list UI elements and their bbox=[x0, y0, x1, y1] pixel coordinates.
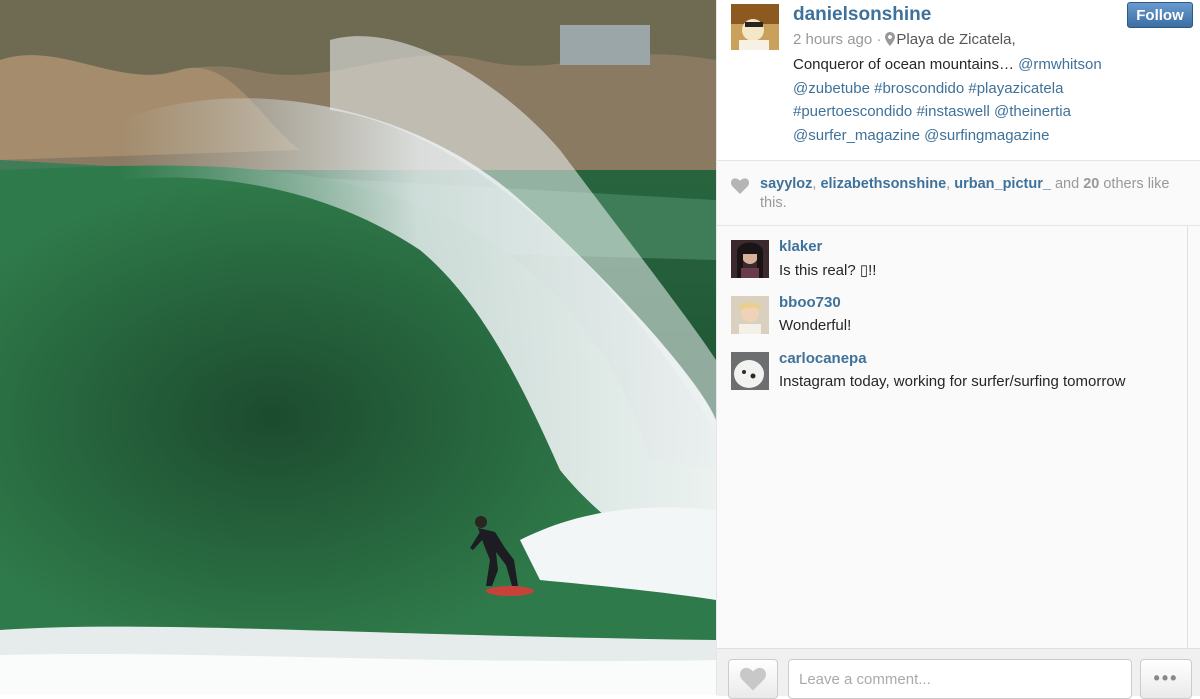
liker-username[interactable]: elizabethsonshine bbox=[820, 176, 946, 192]
post-header: danielsonshine Follow 2 hours ago · Playa… bbox=[717, 0, 1200, 161]
commenter-avatar[interactable] bbox=[731, 352, 769, 390]
comment-input[interactable] bbox=[788, 659, 1132, 699]
caption-mention[interactable]: @surfer_magazine bbox=[793, 127, 920, 144]
follow-button[interactable]: Follow bbox=[1127, 2, 1193, 28]
post-time: 2 hours ago bbox=[793, 31, 873, 48]
caption-hashtag[interactable]: #instaswell bbox=[916, 103, 989, 120]
surfing-wave-photo bbox=[0, 0, 716, 695]
caption-mention[interactable]: @theinertia bbox=[994, 103, 1071, 120]
comment-text: Wonderful! bbox=[779, 317, 852, 334]
heart-icon bbox=[740, 667, 766, 691]
caption-hashtag[interactable]: #broscondido bbox=[874, 80, 964, 97]
post-caption: Conqueror of ocean mountains… @rmwhitson… bbox=[793, 53, 1193, 147]
likes-text: sayyloz, elizabethsonshine, urban_pictur… bbox=[760, 176, 1170, 211]
likes-section: sayyloz, elizabethsonshine, urban_pictur… bbox=[717, 161, 1200, 226]
commenter-avatar[interactable] bbox=[731, 296, 769, 334]
like-button[interactable] bbox=[728, 659, 778, 699]
heart-icon bbox=[731, 178, 749, 194]
post-photo[interactable] bbox=[0, 0, 716, 695]
liker-username[interactable]: sayyloz bbox=[760, 176, 812, 192]
more-options-button[interactable]: ••• bbox=[1140, 659, 1192, 699]
owner-avatar[interactable] bbox=[731, 4, 779, 50]
location-pin-icon bbox=[885, 32, 896, 46]
caption-hashtag[interactable]: #puertoescondido bbox=[793, 103, 912, 120]
comment-text: Instagram today, working for surfer/surf… bbox=[779, 373, 1126, 390]
owner-username[interactable]: danielsonshine bbox=[793, 4, 931, 26]
post-location[interactable]: Playa de Zicatela, bbox=[896, 31, 1015, 48]
likes-others-count[interactable]: 20 bbox=[1083, 176, 1099, 192]
caption-mention[interactable]: @zubetube bbox=[793, 80, 870, 97]
liker-username[interactable]: urban_pictur_ bbox=[954, 176, 1051, 192]
comment-text: Is this real? ▯!! bbox=[779, 262, 877, 279]
caption-hashtag[interactable]: #playazicatela bbox=[968, 80, 1063, 97]
likes-and: and bbox=[1054, 176, 1080, 192]
comment-bar: ••• bbox=[717, 648, 1200, 699]
caption-mention[interactable]: @rmwhitson bbox=[1018, 56, 1102, 73]
meta-separator: · bbox=[876, 31, 882, 48]
caption-mention[interactable]: @surfingmagazine bbox=[924, 127, 1049, 144]
commenter-avatar[interactable] bbox=[731, 240, 769, 278]
post-meta: 2 hours ago · Playa de Zicatela, bbox=[793, 31, 1016, 48]
comment-item: bboo730 Wonderful! bbox=[731, 282, 1181, 334]
comment-item: klaker Is this real? ▯!! bbox=[731, 226, 1181, 279]
more-icon: ••• bbox=[1153, 668, 1179, 688]
commenter-username[interactable]: klaker bbox=[779, 238, 822, 255]
comments-list[interactable]: klaker Is this real? ▯!! bboo730 Wonderf… bbox=[717, 226, 1187, 648]
comment-item: carlocanepa Instagram today, working for… bbox=[731, 338, 1181, 390]
post-sidebar: danielsonshine Follow 2 hours ago · Playa… bbox=[716, 0, 1200, 699]
commenter-username[interactable]: bboo730 bbox=[779, 294, 841, 311]
commenter-username[interactable]: carlocanepa bbox=[779, 350, 867, 367]
comments-scrollbar[interactable] bbox=[1187, 226, 1200, 648]
caption-text: Conqueror of ocean mountains… bbox=[793, 56, 1014, 73]
